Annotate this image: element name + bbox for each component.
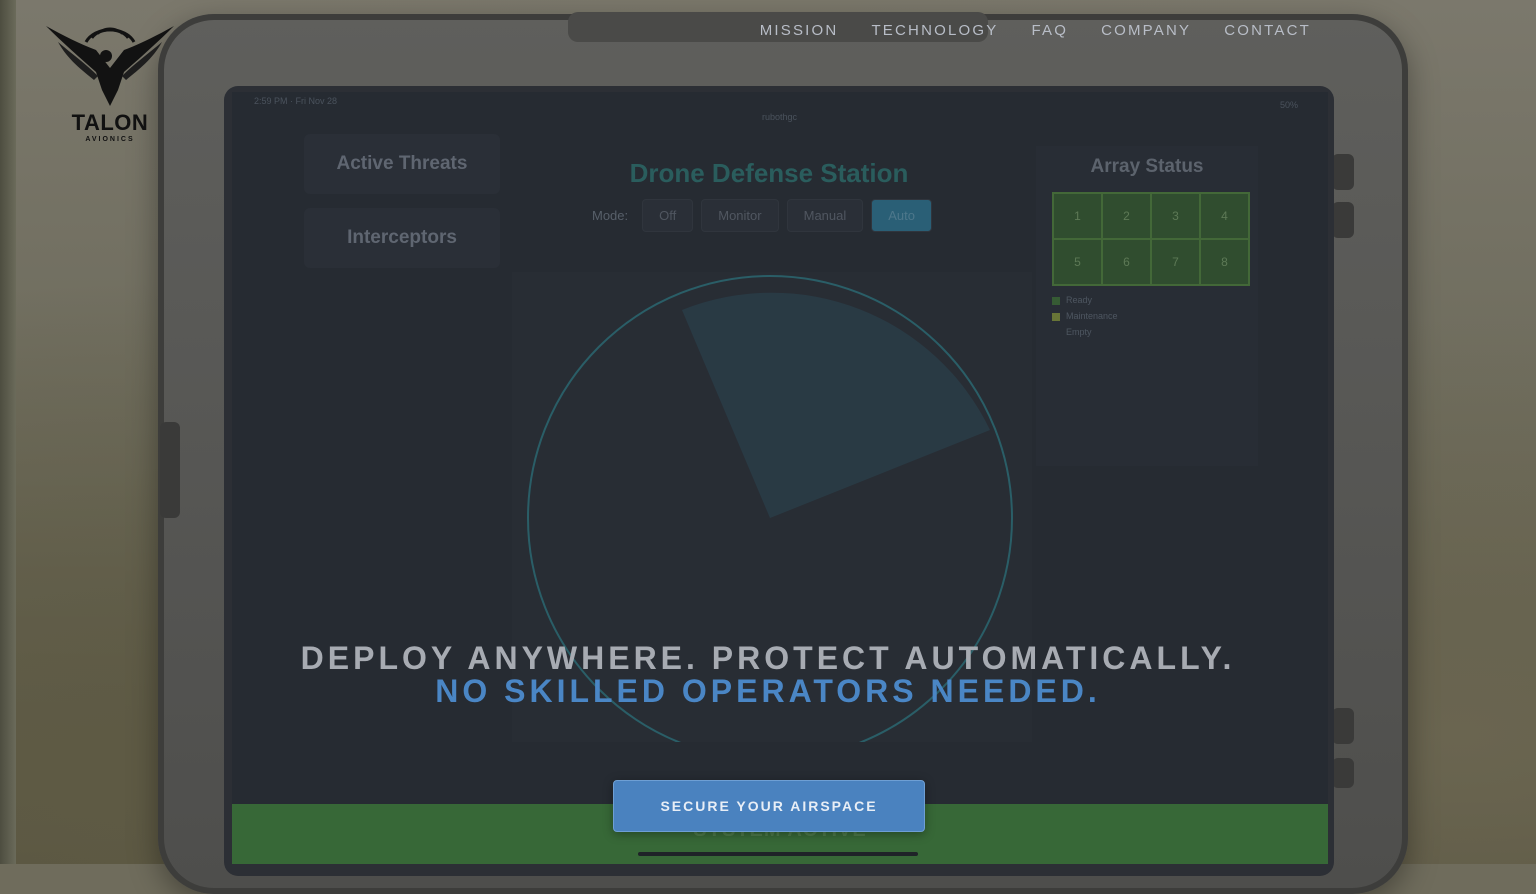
secure-airspace-button[interactable]: SECURE YOUR AIRSPACE — [613, 780, 925, 832]
nav-technology[interactable]: TECHNOLOGY — [871, 22, 998, 39]
hero-headline-line1: DEPLOY ANYWHERE. PROTECT AUTOMATICALLY. — [300, 640, 1236, 676]
background-pole — [0, 0, 16, 864]
tablet-side-button — [160, 422, 180, 518]
eagle-emblem-icon — [46, 26, 174, 106]
tablet-side-button — [1332, 758, 1354, 788]
tablet-screen: 2:59 PM · Fri Nov 28 rubothgc 50% Active… — [232, 92, 1328, 864]
brand-name: TALON — [71, 110, 149, 135]
hero-headline-line2: NO SKILLED OPERATORS NEEDED. — [435, 673, 1101, 709]
tablet-side-button — [1332, 202, 1354, 238]
nav-company[interactable]: COMPANY — [1101, 22, 1191, 39]
nav-contact[interactable]: CONTACT — [1224, 22, 1311, 39]
hero-headline: DEPLOY ANYWHERE. PROTECT AUTOMATICALLY. … — [0, 640, 1536, 710]
brand-logo[interactable]: TALON AVIONICS — [44, 20, 176, 143]
nav-mission[interactable]: MISSION — [760, 22, 839, 39]
tablet-side-button — [1332, 708, 1354, 744]
brand-tagline: AVIONICS — [85, 136, 135, 143]
tablet-side-button — [1332, 154, 1354, 190]
screen-tint — [232, 92, 1328, 864]
main-nav: MISSION TECHNOLOGY FAQ COMPANY CONTACT — [760, 22, 1311, 39]
nav-faq[interactable]: FAQ — [1031, 22, 1068, 39]
